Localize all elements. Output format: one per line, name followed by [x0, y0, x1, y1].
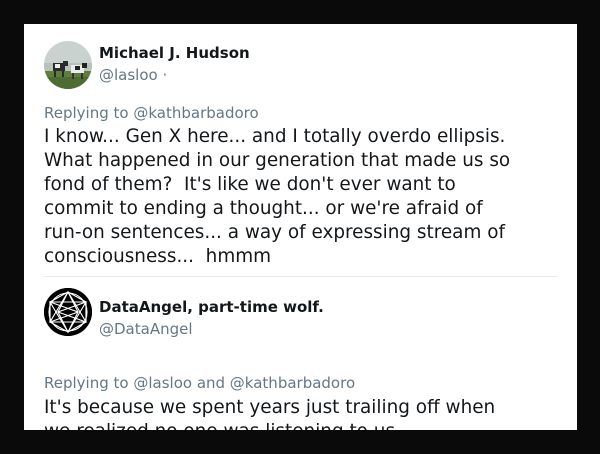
replying-prefix: Replying to	[44, 374, 129, 392]
tweet-text: I know... Gen X here... and I totally ov…	[44, 126, 511, 267]
geometric-star-icon	[44, 288, 92, 336]
tweet[interactable]: DataAngel, part-time wolf. @DataAngel Re…	[24, 282, 577, 430]
avatar[interactable]	[44, 288, 92, 336]
author-handle[interactable]: @DataAngel	[99, 320, 193, 338]
avatar[interactable]	[44, 41, 92, 89]
replying-to-line: Replying to @lasloo and @kathbarbadoro	[44, 374, 355, 392]
replying-prefix: Replying to	[44, 104, 129, 122]
mention-link[interactable]: @kathbarbadoro	[133, 104, 258, 122]
tweet-thread-card: Michael J. Hudson @lasloo · Replying to …	[24, 24, 577, 430]
tweet[interactable]: Michael J. Hudson @lasloo · Replying to …	[24, 24, 577, 282]
divider	[44, 276, 557, 277]
author-name[interactable]: Michael J. Hudson	[99, 44, 250, 62]
replying-to-line: Replying to @kathbarbadoro	[44, 104, 259, 122]
tweet-text: It's because we spent years just trailin…	[44, 397, 496, 430]
author-name[interactable]: DataAngel, part-time wolf.	[99, 298, 324, 316]
author-handle[interactable]: @lasloo ·	[99, 66, 167, 84]
mention-links[interactable]: @lasloo and @kathbarbadoro	[133, 374, 355, 392]
cows-field-photo-icon	[44, 41, 92, 89]
